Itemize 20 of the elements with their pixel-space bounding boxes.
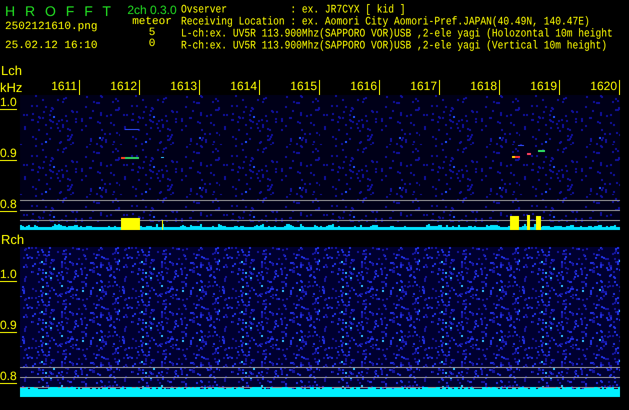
info-line: L-ch:ex. UV5R 113.900Mhz(SAPPORO VOR)USB ,2-ele yagi (Holozontal 10m height — [181, 27, 613, 40]
filename-label: 2502121610.png — [5, 21, 98, 33]
frequency-tick-label: 1.0 — [0, 95, 17, 110]
info-line: Receiving Location : ex. Aomori City Aomori-Pref.JAPAN(40.49N, 140.47E) — [181, 15, 590, 28]
frequency-tick-label: 1.0 — [0, 267, 17, 282]
app-title: H R O F F T — [5, 3, 115, 19]
meteor-label: meteor — [132, 17, 172, 28]
meteor-count: 5 — [148, 28, 156, 39]
channel-label: Rch — [0, 233, 26, 247]
info-line: R-ch:ex. UV5R 113.900Mhz(SAPPORO VOR)USB ,2-ele yagi (Vertical 10m height) — [181, 39, 608, 54]
frequency-tick-label: 0.8 — [0, 369, 17, 384]
meteor-count: 0 — [148, 39, 156, 50]
channel-label: Lch — [0, 64, 23, 78]
unit-label: kHz — [0, 81, 20, 95]
version-label: 2ch 0.3.0 — [127, 3, 177, 17]
info-line: Ovserver : ex. JR7CYX [ kid ] — [181, 3, 406, 16]
frequency-tick-label: 0.8 — [0, 197, 17, 212]
timestamp-label: 25.02.12 16:10 — [5, 40, 98, 52]
frequency-tick-label: 0.9 — [0, 318, 17, 333]
frequency-tick-label: 0.9 — [0, 146, 17, 161]
